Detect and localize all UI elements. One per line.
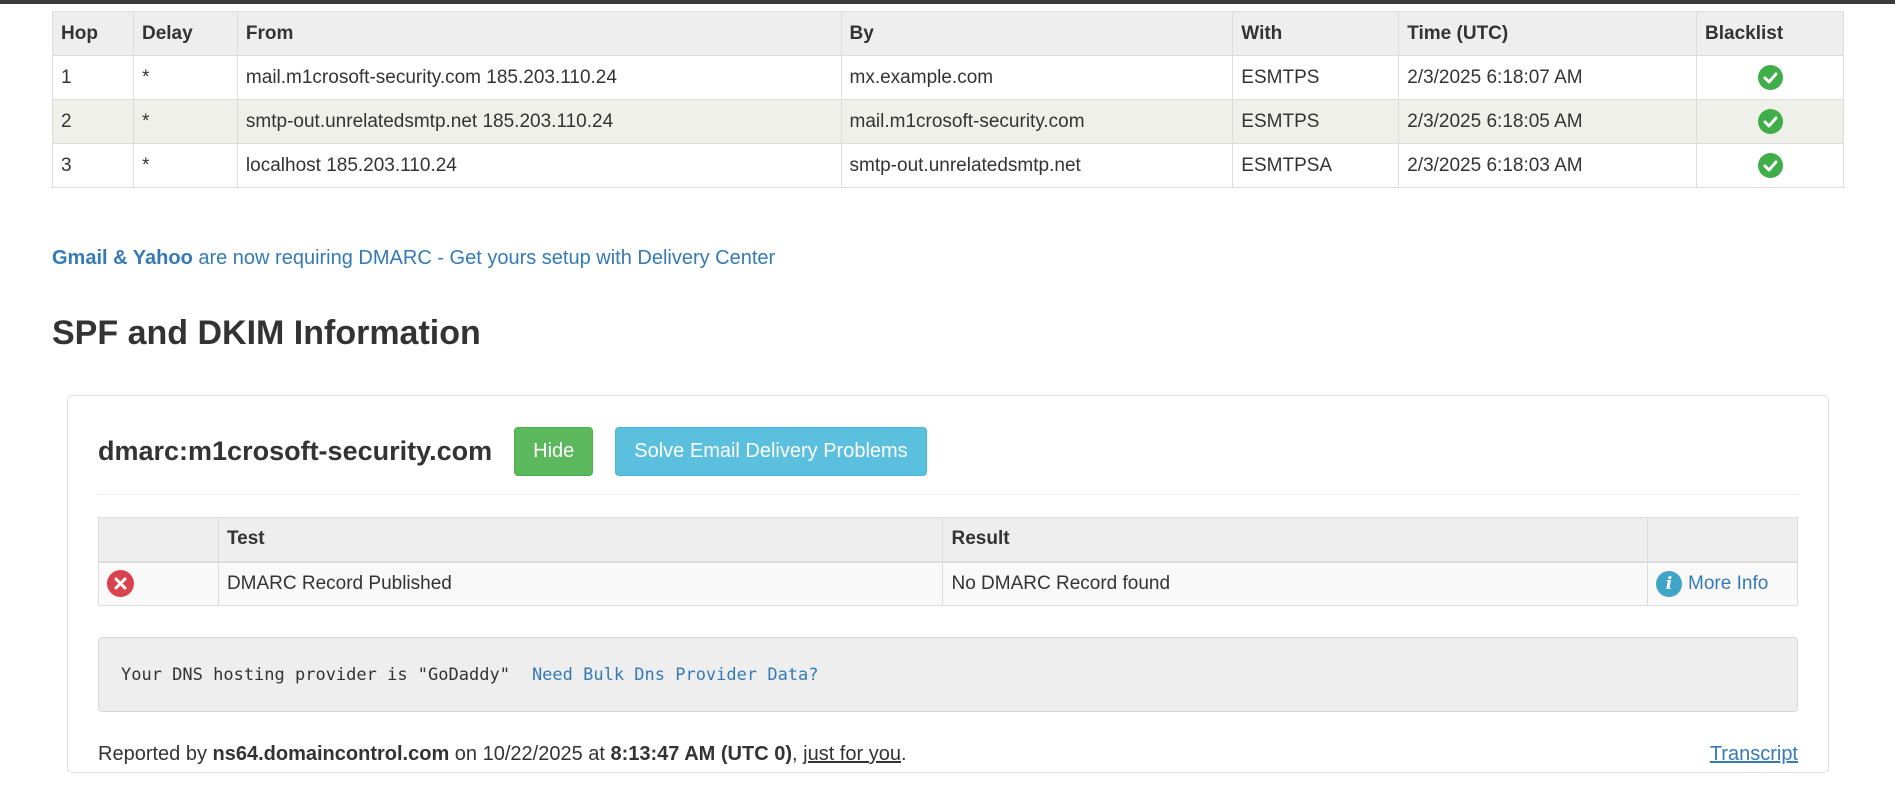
report-comma: , xyxy=(792,743,804,765)
hop-by: mx.example.com xyxy=(840,55,1234,100)
table-row: 1 * mail.m1crosoft-security.com 185.203.… xyxy=(52,55,1844,100)
hops-header-row: Hop Delay From By With Time (UTC) Blackl… xyxy=(52,11,1844,56)
report-prefix: Reported by xyxy=(98,743,213,765)
hop-with: ESMTPS xyxy=(1232,99,1400,144)
table-row: DMARC Record Published No DMARC Record f… xyxy=(98,561,1798,606)
report-on: on 10/22/2025 at xyxy=(449,743,611,765)
check-circle-icon xyxy=(1757,109,1783,134)
col-result: Result xyxy=(942,517,1649,563)
hop-by: smtp-out.unrelatedsmtp.net xyxy=(840,143,1234,188)
col-blacklist: Blacklist xyxy=(1696,11,1844,56)
col-status xyxy=(98,517,219,563)
test-status xyxy=(98,561,219,606)
hop-with: ESMTPSA xyxy=(1232,143,1400,188)
promo-text: are now requiring DMARC - Get yours setu… xyxy=(192,247,776,269)
hop-number: 1 xyxy=(52,55,134,100)
dns-provider-text: Your DNS hosting provider is "GoDaddy" xyxy=(121,664,510,685)
report-server: ns64.domaincontrol.com xyxy=(212,743,450,765)
promo-bold: Gmail & Yahoo xyxy=(52,247,193,269)
hop-from: mail.m1crosoft-security.com 185.203.110.… xyxy=(236,55,842,100)
col-by: By xyxy=(840,11,1234,56)
hop-delay: * xyxy=(132,143,238,188)
col-from: From xyxy=(236,11,842,56)
tests-header-row: Test Result xyxy=(98,517,1798,563)
more-info-link[interactable]: More Info xyxy=(1688,573,1768,594)
top-border xyxy=(0,0,1895,4)
info-icon[interactable]: i xyxy=(1656,570,1683,597)
hop-blacklist xyxy=(1696,99,1844,144)
report-end: . xyxy=(900,743,907,765)
panel-title: dmarc:m1crosoft-security.com xyxy=(98,435,493,466)
hop-delay: * xyxy=(132,55,238,100)
hop-blacklist xyxy=(1696,55,1844,100)
just-for-you-link[interactable]: just for you xyxy=(803,743,901,765)
check-circle-icon xyxy=(1757,153,1783,178)
test-name: DMARC Record Published xyxy=(217,561,944,606)
table-row: 3 * localhost 185.203.110.24 smtp-out.un… xyxy=(52,143,1844,188)
hop-time: 2/3/2025 6:18:03 AM xyxy=(1398,143,1698,188)
col-hop: Hop xyxy=(52,11,134,56)
dmarc-promo-link[interactable]: Gmail & Yahoo are now requiring DMARC - … xyxy=(52,247,775,270)
hop-number: 2 xyxy=(52,99,134,144)
dmarc-panel: dmarc:m1crosoft-security.com Hide Solve … xyxy=(67,395,1829,773)
col-delay: Delay xyxy=(132,11,238,56)
bulk-dns-link[interactable]: Need Bulk Dns Provider Data? xyxy=(532,665,819,685)
section-title: SPF and DKIM Information xyxy=(52,314,481,352)
promo-link[interactable]: Gmail & Yahoo are now requiring DMARC - … xyxy=(52,247,775,269)
hop-with: ESMTPS xyxy=(1232,55,1400,100)
col-info xyxy=(1647,517,1798,563)
hop-blacklist xyxy=(1696,143,1844,188)
report-time: 8:13:47 AM (UTC 0) xyxy=(610,743,792,765)
hop-from: smtp-out.unrelatedsmtp.net 185.203.110.2… xyxy=(236,99,842,144)
hop-from: localhost 185.203.110.24 xyxy=(236,143,842,188)
hop-delay: * xyxy=(132,99,238,144)
solve-delivery-button[interactable]: Solve Email Delivery Problems xyxy=(615,426,927,476)
check-circle-icon xyxy=(1757,65,1783,90)
panel-header: dmarc:m1crosoft-security.com Hide Solve … xyxy=(98,426,949,476)
error-x-icon xyxy=(107,570,134,598)
divider xyxy=(98,494,1798,495)
hop-time: 2/3/2025 6:18:07 AM xyxy=(1398,55,1698,100)
col-time: Time (UTC) xyxy=(1398,11,1698,56)
col-test: Test xyxy=(217,517,944,563)
test-more-info[interactable]: i More Info xyxy=(1647,561,1798,606)
transcript-link[interactable]: Transcript xyxy=(1710,743,1798,766)
test-result: No DMARC Record found xyxy=(942,561,1649,606)
col-with: With xyxy=(1232,11,1400,56)
hop-by: mail.m1crosoft-security.com xyxy=(840,99,1234,144)
table-row: 2 * smtp-out.unrelatedsmtp.net 185.203.1… xyxy=(52,99,1844,144)
report-line: Reported by ns64.domaincontrol.com on 10… xyxy=(98,743,907,766)
hops-table: Hop Delay From By With Time (UTC) Blackl… xyxy=(52,11,1844,188)
hop-number: 3 xyxy=(52,143,134,188)
hide-button[interactable]: Hide xyxy=(514,426,594,476)
dns-provider-box: Your DNS hosting provider is "GoDaddy" Ne… xyxy=(98,637,1798,712)
tests-table: Test Result DMARC Record Published No DM… xyxy=(98,517,1798,606)
hop-time: 2/3/2025 6:18:05 AM xyxy=(1398,99,1698,144)
